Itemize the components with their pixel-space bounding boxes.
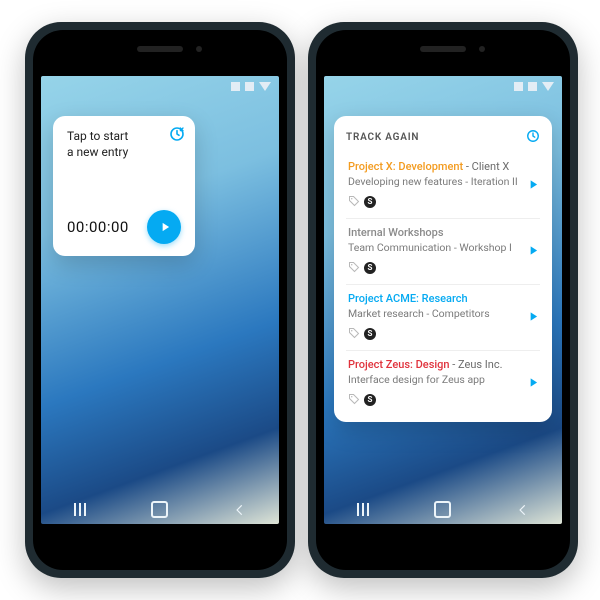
status-bar	[231, 82, 271, 91]
entry-chips: S	[348, 390, 520, 409]
widget-title: TRACK AGAIN	[346, 132, 419, 143]
entry-description: Team Communication - Workshop I	[348, 241, 520, 254]
tag-icon	[348, 192, 360, 211]
widget-new-entry[interactable]: Tap to start a new entry 00:00:00	[53, 116, 195, 256]
time-entry[interactable]: Project X: Development - Client X Develop…	[346, 153, 540, 218]
entry-title: Project ACME: Research	[348, 292, 520, 305]
tag-icon	[348, 390, 360, 409]
entry-chips: S	[348, 258, 520, 277]
phone-frame-right: TRACK AGAIN Project X: Development - Cli…	[308, 22, 578, 578]
new-entry-prompt: Tap to start a new entry	[67, 128, 181, 160]
entry-title: Project X: Development - Client X	[348, 160, 520, 173]
status-icon	[231, 82, 240, 91]
entry-title: Internal Workshops	[348, 226, 520, 239]
time-entry[interactable]: Project Zeus: Design - Zeus Inc. Interfac…	[346, 350, 540, 416]
start-entry-button[interactable]	[526, 242, 540, 261]
phone-speaker	[137, 46, 183, 52]
entry-description: Interface design for Zeus app	[348, 373, 520, 386]
time-entry[interactable]: Internal Workshops Team Communication - W…	[346, 218, 540, 284]
project-name: Project ACME: Research	[348, 292, 468, 305]
entry-chips: S	[348, 192, 520, 211]
phone-camera	[479, 46, 485, 52]
billable-icon: S	[364, 328, 376, 340]
nav-home-button[interactable]	[434, 501, 451, 518]
phone-frame-left: Tap to start a new entry 00:00:00	[25, 22, 295, 578]
time-entry[interactable]: Project ACME: Research Market research - …	[346, 284, 540, 350]
project-name: Internal Workshops	[348, 226, 444, 239]
phone-speaker	[420, 46, 466, 52]
phone-camera	[196, 46, 202, 52]
timer-readout: 00:00:00	[67, 218, 129, 236]
android-navbar	[41, 501, 279, 518]
client-name: - Client X	[463, 160, 509, 173]
start-entry-button[interactable]	[526, 374, 540, 393]
status-icon	[514, 82, 523, 91]
entry-chips: S	[348, 324, 520, 343]
play-button[interactable]	[147, 210, 181, 244]
billable-icon: S	[364, 262, 376, 274]
billable-icon: S	[364, 196, 376, 208]
project-name: Project X: Development	[348, 160, 463, 173]
status-icon	[528, 82, 537, 91]
status-icon	[259, 82, 271, 91]
prompt-line: Tap to start	[67, 128, 181, 144]
phone-screen-left: Tap to start a new entry 00:00:00	[41, 76, 279, 524]
billable-icon: S	[364, 394, 376, 406]
tag-icon	[348, 324, 360, 343]
widget-track-again: TRACK AGAIN Project X: Development - Cli…	[334, 116, 552, 422]
start-entry-button[interactable]	[526, 176, 540, 195]
status-icon	[542, 82, 554, 91]
android-navbar	[324, 501, 562, 518]
entry-description: Market research - Competitors	[348, 307, 520, 320]
clockify-logo-icon	[526, 128, 540, 147]
clockify-logo-icon	[169, 126, 185, 146]
play-icon	[158, 220, 172, 234]
prompt-line: a new entry	[67, 144, 181, 160]
phone-screen-right: TRACK AGAIN Project X: Development - Cli…	[324, 76, 562, 524]
entry-description: Developing new features - Iteration II	[348, 175, 520, 188]
client-name: - Zeus Inc.	[450, 358, 503, 371]
project-name: Project Zeus: Design	[348, 358, 450, 371]
nav-home-button[interactable]	[151, 501, 168, 518]
tag-icon	[348, 258, 360, 277]
status-bar	[514, 82, 554, 91]
status-icon	[245, 82, 254, 91]
entry-title: Project Zeus: Design - Zeus Inc.	[348, 358, 520, 371]
nav-back-button[interactable]	[233, 503, 247, 517]
start-entry-button[interactable]	[526, 308, 540, 327]
nav-recent-button[interactable]	[357, 503, 369, 516]
nav-back-button[interactable]	[516, 503, 530, 517]
nav-recent-button[interactable]	[74, 503, 86, 516]
